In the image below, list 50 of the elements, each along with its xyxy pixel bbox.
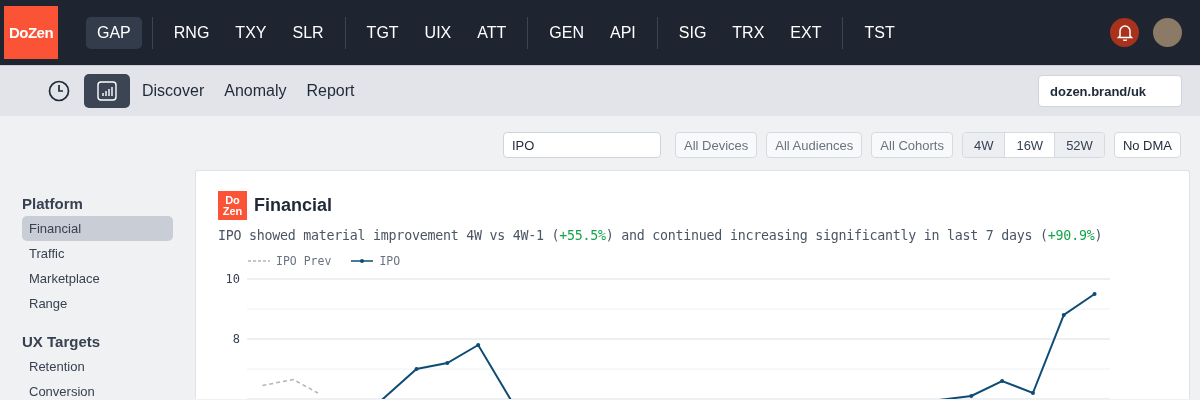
sidebar-item[interactable]: Marketplace [22, 266, 173, 291]
user-avatar[interactable] [1153, 18, 1182, 47]
bell-icon [1116, 24, 1133, 41]
clock-icon [48, 80, 70, 102]
period-tab[interactable]: 52W [1054, 133, 1104, 157]
nav-tab[interactable]: EXT [779, 16, 833, 49]
card-title: Financial [254, 195, 333, 216]
nav-tab[interactable]: UIX [413, 16, 463, 49]
dashed-line-series [261, 378, 319, 394]
nav-tab[interactable]: RNG [162, 16, 221, 49]
sidebar-item[interactable]: Range [22, 291, 173, 316]
search-field[interactable]: IPO [502, 132, 661, 158]
nav-link[interactable]: Anomaly [214, 82, 297, 100]
legend-label: IPO [379, 254, 401, 268]
filter-dropdown[interactable]: All Cohorts [871, 132, 953, 158]
nav-tab[interactable]: TGT [355, 16, 410, 49]
sidebar-item[interactable]: Retention [22, 354, 173, 379]
sidebar-item[interactable]: Financial [22, 216, 173, 241]
axis-tick-label: 10 [225, 272, 240, 286]
filter-dropdown[interactable]: All Devices [674, 132, 758, 158]
nav-tab[interactable]: TST [853, 16, 906, 49]
sidebar-item[interactable]: Traffic [22, 241, 173, 266]
filter-dropdown[interactable]: All Audiences [766, 132, 863, 158]
notification-button[interactable] [1110, 18, 1139, 47]
nav-tab[interactable]: ATT [466, 16, 518, 49]
section-heading: Platform [22, 195, 84, 212]
nav-tab[interactable]: SLR [281, 16, 335, 49]
sidebar-item[interactable]: Conversion [22, 379, 173, 400]
nav-link[interactable]: Report [296, 82, 365, 100]
chart-view-button[interactable] [84, 74, 130, 108]
dma-button[interactable]: No DMA [1113, 132, 1181, 158]
nav-tab[interactable]: API [599, 16, 647, 49]
nav-tab[interactable]: GAP [86, 16, 142, 49]
period-tab[interactable]: 16W [1004, 133, 1055, 157]
legend-label: IPO Prev [276, 254, 332, 268]
legend-line-icon [351, 258, 374, 264]
nav-tab[interactable]: GEN [538, 16, 595, 49]
insight-text: IPO showed material improvement 4W vs 4W-1 (+55.5%) and continued increasing significantly in last 7 days (+90.9%) [218, 228, 1104, 243]
brand-logo: DoZen [4, 6, 58, 59]
section-heading: UX Targets [22, 333, 102, 350]
bar-chart-icon [97, 81, 117, 101]
nav-tab[interactable]: TRX [721, 16, 776, 49]
nav-tab[interactable]: SIG [667, 16, 718, 49]
legend-line-icon [248, 258, 270, 264]
period-tab[interactable]: 4W [962, 133, 1005, 157]
nav-link[interactable]: Discover [132, 82, 215, 100]
brand-logo: Do Zen [218, 191, 247, 220]
nav-tab[interactable]: TXY [224, 16, 278, 49]
axis-tick-label: 8 [232, 332, 240, 346]
site-field[interactable]: dozen.brand/uk [1038, 75, 1182, 107]
